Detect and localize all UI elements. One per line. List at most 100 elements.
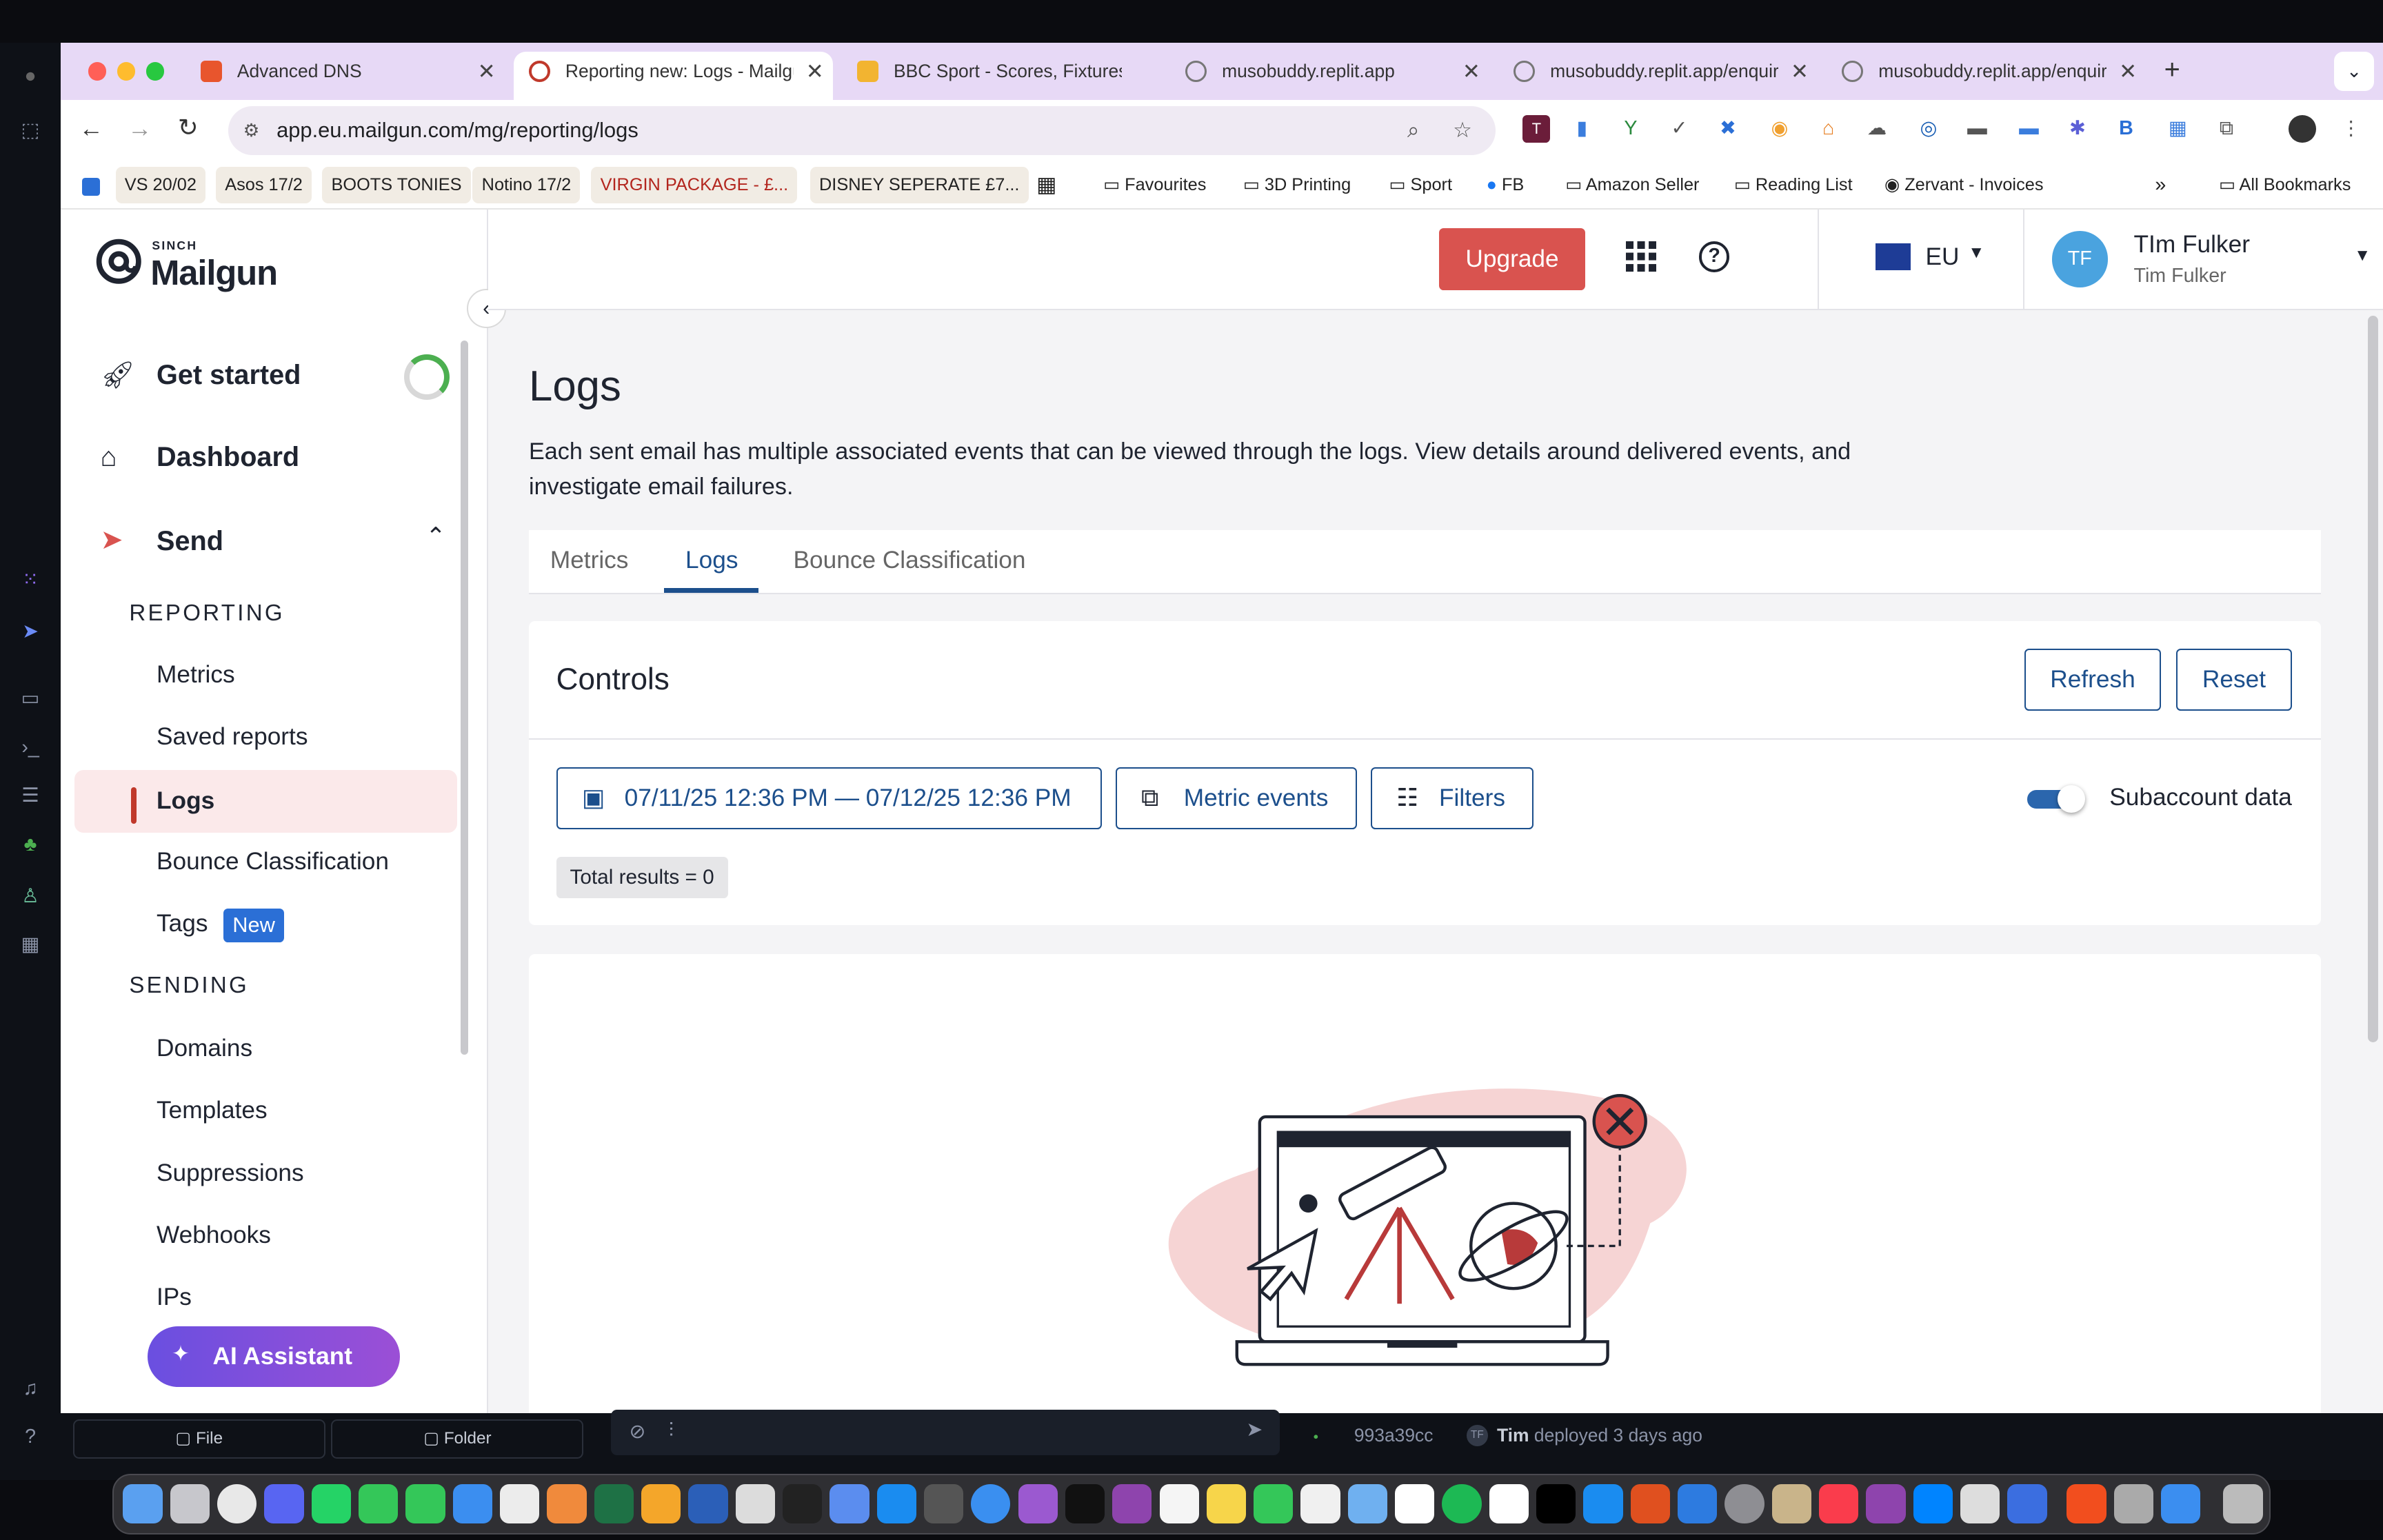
sidebar-scrollbar[interactable]: [460, 340, 468, 1055]
bookmark-item[interactable]: Asos 17/2: [215, 167, 312, 204]
nav-templates[interactable]: Templates: [157, 1097, 268, 1124]
metric-events-button[interactable]: ⧉ Metric events: [1115, 767, 1358, 830]
word-icon[interactable]: [688, 1484, 728, 1524]
ai-assistant-button[interactable]: ✦ AI Assistant: [147, 1326, 400, 1388]
launchpad-icon[interactable]: [170, 1484, 210, 1524]
bookmark-item[interactable]: Notino 17/2: [472, 167, 581, 204]
avatar[interactable]: TF: [2051, 231, 2109, 287]
messages-icon[interactable]: [405, 1484, 445, 1524]
attach-icon[interactable]: ⊘: [629, 1419, 645, 1443]
books-icon[interactable]: [1771, 1484, 1812, 1524]
subaccount-toggle[interactable]: [2027, 785, 2085, 813]
database-icon[interactable]: ☰: [18, 784, 42, 808]
help-icon[interactable]: ?: [1699, 241, 1730, 272]
extension-password-icon[interactable]: ◎: [1915, 115, 1942, 143]
close-tab-icon[interactable]: ✕: [1791, 52, 1809, 91]
system-settings-icon[interactable]: [1725, 1484, 1764, 1524]
extension-blue-folder-icon[interactable]: ▬: [2015, 115, 2043, 143]
user-menu-caret-icon[interactable]: ▼: [2354, 246, 2371, 265]
nav-send[interactable]: Send: [157, 526, 223, 557]
stocks-icon[interactable]: [1678, 1484, 1718, 1524]
tab-musobuddy-enquiries-1[interactable]: musobuddy.replit.app/enquiri ✕: [1498, 52, 1818, 101]
bookmark-zervant[interactable]: ◉ Zervant - Invoices: [1884, 167, 2043, 203]
music-icon[interactable]: [1819, 1484, 1859, 1524]
help-icon[interactable]: ?: [18, 1425, 42, 1449]
tab-mailgun-logs[interactable]: Reporting new: Logs - Mailgu ✕: [513, 51, 833, 101]
extension-home-icon[interactable]: ⌂: [1815, 115, 1842, 143]
extension-gear-icon[interactable]: ✱: [2064, 115, 2091, 143]
more-bookmarks-icon[interactable]: »: [2155, 167, 2166, 203]
downloads-icon[interactable]: [2160, 1484, 2201, 1524]
bookmark-folder-3d-printing[interactable]: ▭ 3D Printing: [1243, 167, 1351, 203]
bookmark-folder-sport[interactable]: ▭ Sport: [1389, 167, 1453, 203]
back-button[interactable]: ←: [79, 115, 103, 143]
bookmark-item[interactable]: VIRGIN PACKAGE - £...: [591, 167, 798, 204]
date-range-picker[interactable]: ▣ 07/11/25 12:36 PM — 07/12/25 12:36 PM: [556, 767, 1102, 830]
tab-musobuddy-enquiries-2[interactable]: musobuddy.replit.app/enquiri ✕: [1827, 52, 2146, 101]
nav-webhooks[interactable]: Webhooks: [157, 1222, 271, 1249]
nav-tags[interactable]: Tags: [157, 910, 208, 938]
reload-button[interactable]: ↻: [178, 114, 199, 142]
deploy-icon[interactable]: ➤: [18, 620, 42, 644]
app-store-icon[interactable]: [1583, 1484, 1623, 1524]
extension-leaf-icon[interactable]: Y: [1617, 115, 1645, 143]
nav-get-started[interactable]: Get started: [157, 360, 301, 391]
tab-advanced-dns[interactable]: Advanced DNS ✕: [185, 52, 505, 101]
tab-metrics[interactable]: Metrics: [550, 547, 629, 574]
extension-chart-icon[interactable]: ▮: [1569, 115, 1596, 143]
bell-icon[interactable]: ♫: [18, 1377, 42, 1401]
trading-icon[interactable]: [1065, 1484, 1105, 1524]
file-button[interactable]: ▢ File: [72, 1419, 325, 1459]
folder-button[interactable]: ▢ Folder: [331, 1419, 584, 1459]
tab-bounce-classification[interactable]: Bounce Classification: [794, 547, 1026, 574]
tab-search-button[interactable]: ⌄: [2334, 51, 2374, 92]
grid-dots-icon[interactable]: ⁙: [18, 568, 42, 592]
figma-icon[interactable]: [2067, 1484, 2107, 1524]
maps-icon[interactable]: [1347, 1484, 1388, 1524]
pages-icon[interactable]: [641, 1484, 681, 1524]
bookmark-item[interactable]: BOOTS TONIES: [322, 167, 471, 204]
excel-icon[interactable]: [594, 1484, 634, 1524]
all-bookmarks[interactable]: ▭ All Bookmarks: [2219, 167, 2351, 203]
filters-button[interactable]: ☷ Filters: [1371, 767, 1534, 830]
trash-icon[interactable]: [2223, 1484, 2263, 1524]
calendar-app-icon[interactable]: [1395, 1484, 1435, 1524]
whatsapp-icon[interactable]: [311, 1484, 351, 1524]
final-cut-icon[interactable]: [923, 1484, 964, 1524]
chatgpt-icon[interactable]: [499, 1484, 540, 1524]
messenger-icon[interactable]: [1913, 1484, 1953, 1524]
finder-icon[interactable]: [123, 1484, 163, 1524]
send-icon[interactable]: ➤: [1246, 1417, 1263, 1441]
finder-window-icon[interactable]: [2113, 1484, 2153, 1524]
bookmark-blue-icon[interactable]: [82, 177, 101, 196]
extension-cross-icon[interactable]: ✖: [1714, 115, 1742, 143]
tree-icon[interactable]: ♣: [18, 833, 42, 857]
terminal-icon[interactable]: ›_: [18, 736, 42, 760]
bookmark-folder-favourites[interactable]: ▭ Favourites: [1103, 167, 1206, 203]
settings-sliders-icon[interactable]: ⫶: [669, 1419, 674, 1442]
bookmark-fb[interactable]: ● FB: [1487, 167, 1525, 203]
terminal-app-icon[interactable]: [782, 1484, 823, 1524]
chat-input[interactable]: ⊘ ⫶ ➤: [611, 1410, 1280, 1456]
close-tab-icon[interactable]: ✕: [1462, 52, 1480, 91]
minimize-window-button[interactable]: [117, 62, 136, 81]
main-scrollbar[interactable]: [2367, 316, 2379, 1042]
photos-icon[interactable]: [1159, 1484, 1199, 1524]
mail-icon[interactable]: [829, 1484, 869, 1524]
nav-metrics[interactable]: Metrics: [157, 661, 235, 689]
close-tab-icon[interactable]: ✕: [806, 52, 824, 91]
forward-button[interactable]: →: [128, 115, 152, 143]
menu-kebab-icon[interactable]: ⋮: [2337, 115, 2365, 143]
chevron-up-icon[interactable]: ⌃: [425, 523, 446, 551]
chrome-icon[interactable]: [217, 1484, 257, 1524]
extension-b-icon[interactable]: B: [2113, 115, 2140, 143]
app-store-badge-icon[interactable]: [876, 1484, 916, 1524]
bookmark-item[interactable]: DISNEY SEPERATE £7...: [810, 167, 1029, 204]
refresh-button[interactable]: Refresh: [2024, 649, 2162, 711]
close-window-button[interactable]: [88, 62, 107, 81]
reset-button[interactable]: Reset: [2176, 649, 2292, 711]
region-caret-icon[interactable]: ▼: [1968, 243, 1984, 263]
nav-logs-active[interactable]: Logs: [74, 770, 458, 833]
apps-icon[interactable]: ▦: [18, 933, 42, 957]
inspect-icon[interactable]: ⬚: [18, 119, 42, 143]
